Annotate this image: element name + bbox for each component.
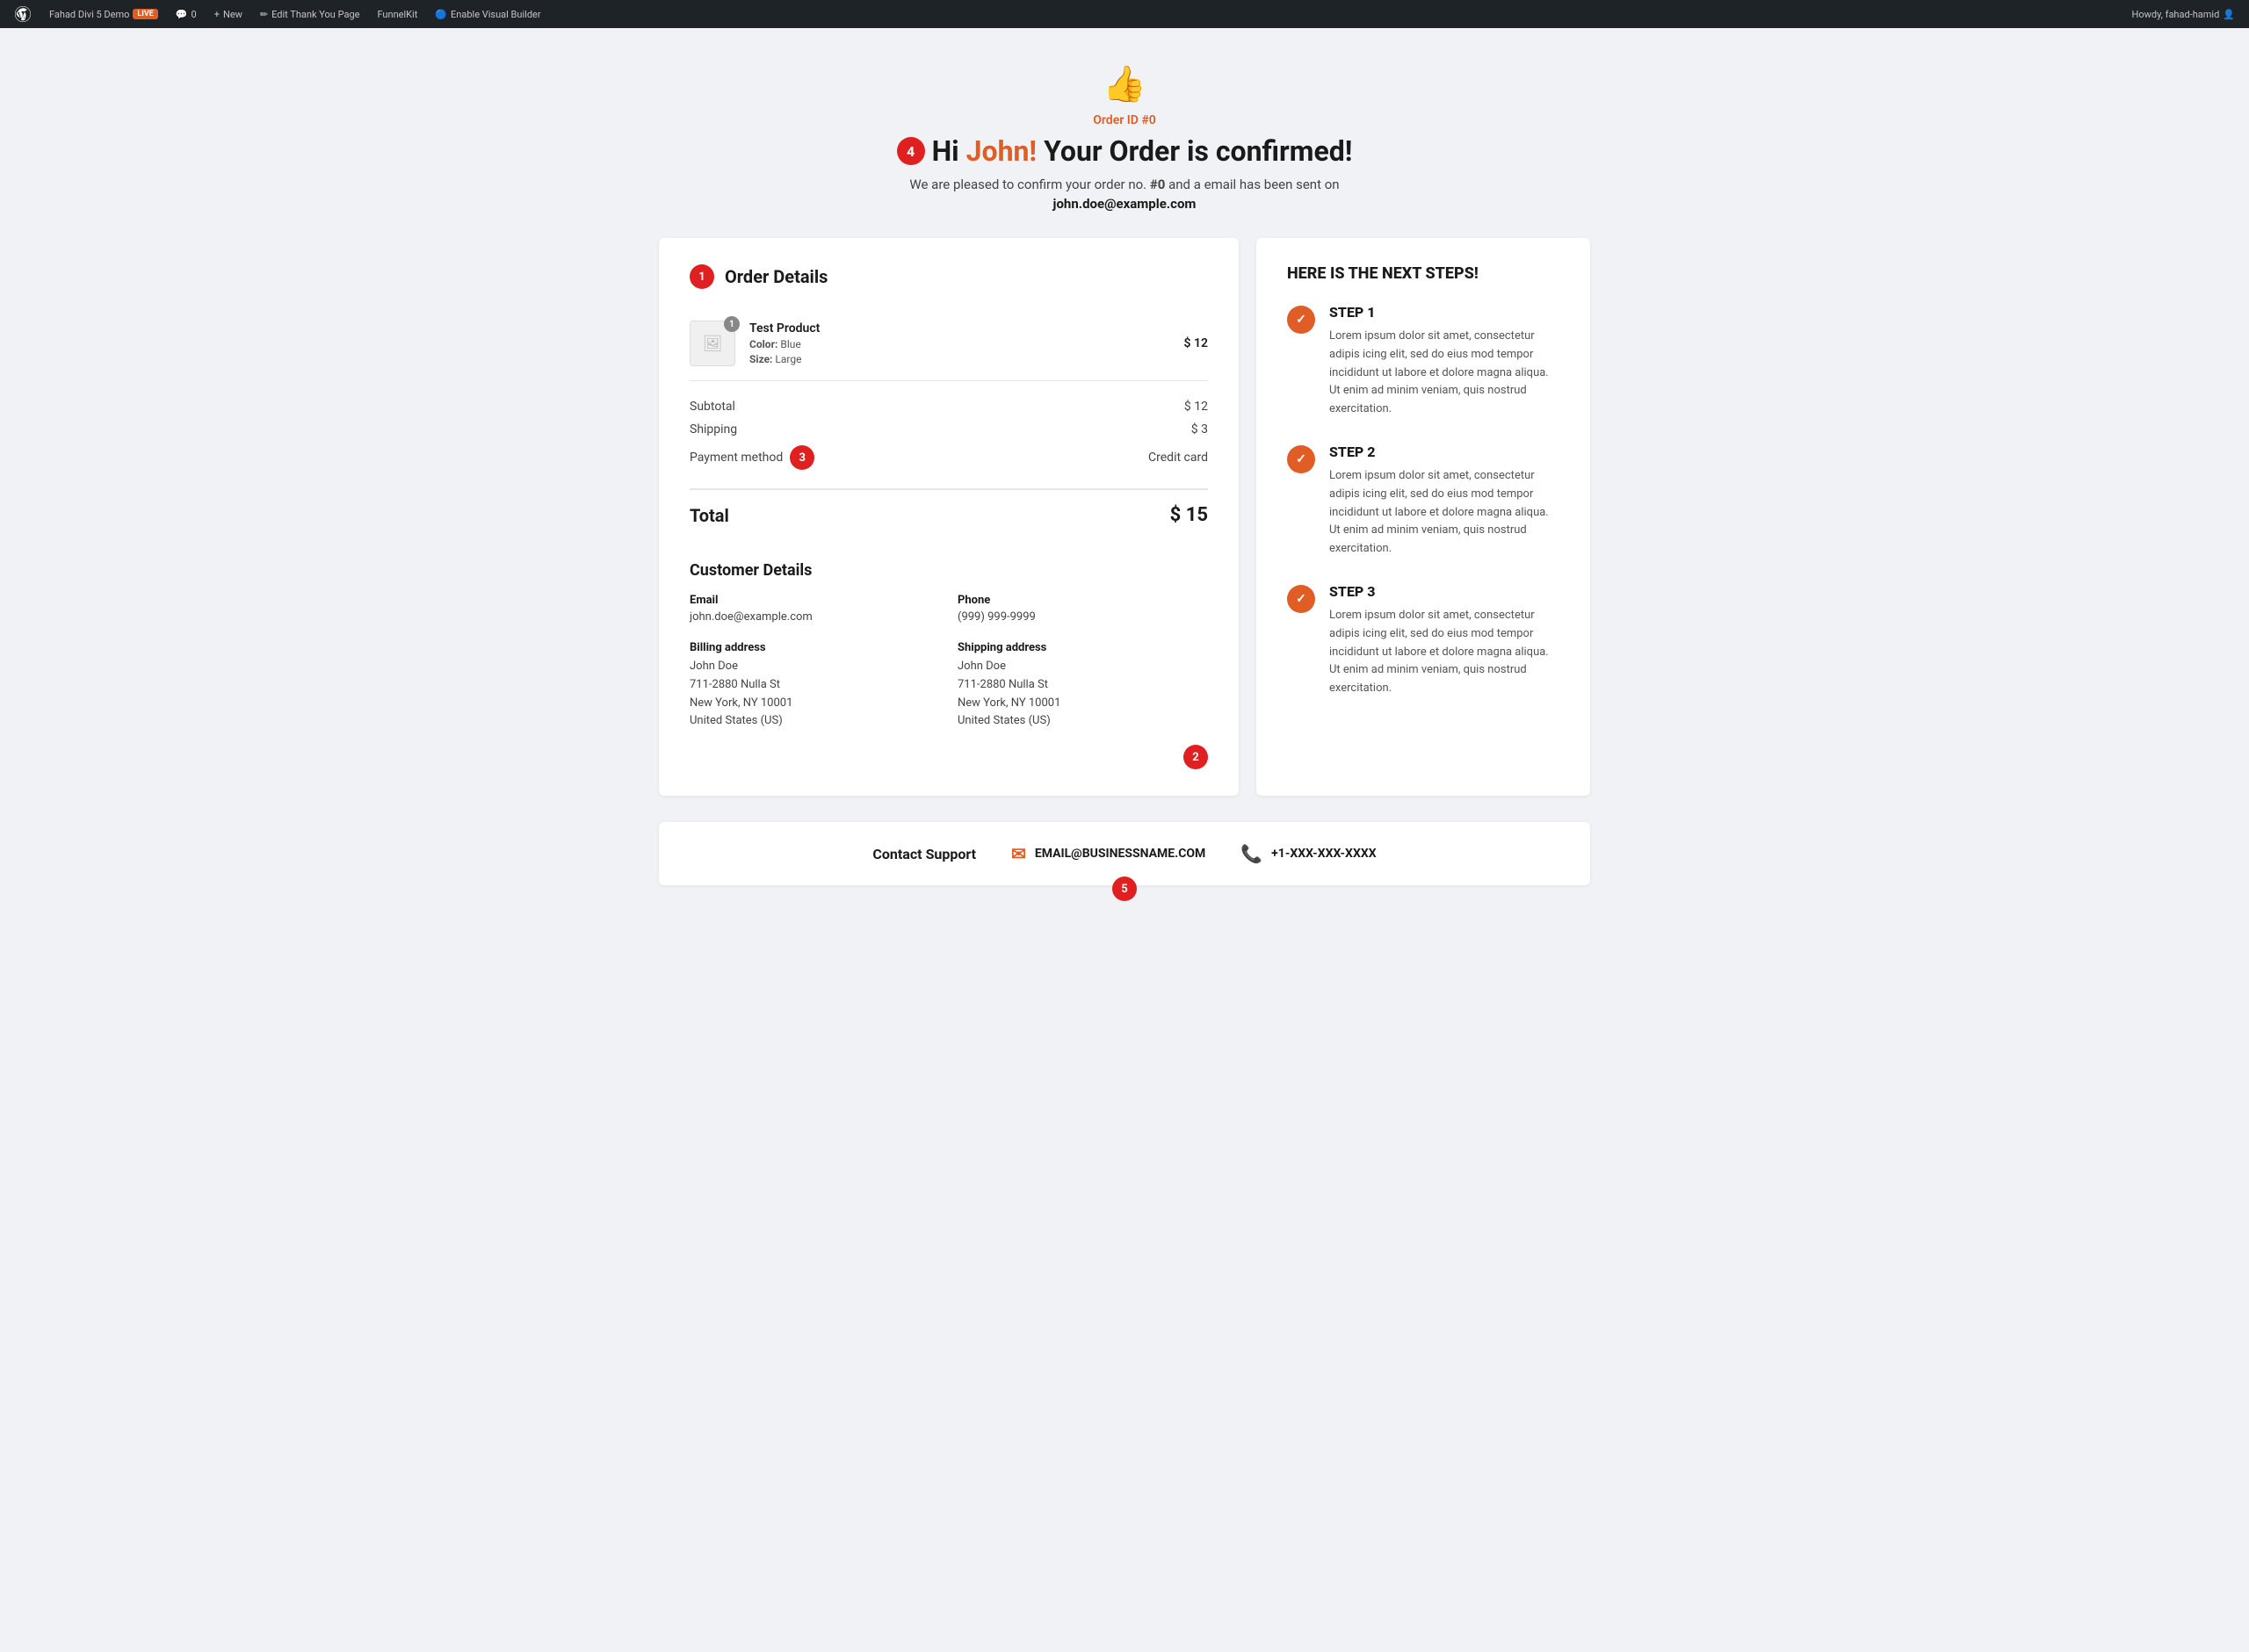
next-steps-title: HERE IS THE NEXT STEPS! (1287, 264, 1559, 283)
step-2-item: STEP 2 Lorem ipsum dolor sit amet, conse… (1287, 444, 1559, 559)
order-details-card: 1 Order Details 1 🖼 Test Product Color: … (659, 238, 1239, 796)
comments-link[interactable]: 💬 0 (169, 0, 204, 28)
page-footer: Contact Support ✉ EMAIL@BUSINESSNAME.COM… (659, 822, 1590, 885)
step-3-desc: Lorem ipsum dolor sit amet, consectetur … (1329, 607, 1559, 698)
product-details: Test Product Color: Blue Size: Large (749, 321, 1170, 365)
step-3-content: STEP 3 Lorem ipsum dolor sit amet, conse… (1329, 583, 1559, 698)
product-size: Size: Large (749, 353, 1170, 365)
payment-method-row: Payment method 3 Credit card (690, 441, 1208, 474)
product-qty: 1 (724, 316, 740, 332)
greeting-text: Hi (932, 134, 959, 168)
image-placeholder-icon: 🖼 (703, 335, 723, 353)
subtotal-row: Subtotal $ 12 (690, 395, 1208, 418)
phone-field: Phone (999) 999-9999 (958, 594, 1208, 624)
step-2-desc: Lorem ipsum dolor sit amet, consectetur … (1329, 467, 1559, 559)
email-field: Email john.doe@example.com (690, 594, 940, 624)
confirm-text: Your Order is confirmed! (1044, 134, 1352, 168)
step-2-check (1287, 445, 1315, 473)
subtotal-label: Subtotal (690, 400, 735, 414)
email-icon: ✉ (1011, 843, 1026, 864)
shipping-address-value: John Doe711-2880 Nulla StNew York, NY 10… (958, 658, 1208, 731)
step-1-check (1287, 306, 1315, 334)
grand-total-label: Total (690, 505, 729, 526)
footer-phone-number: +1-XXX-XXX-XXXX (1271, 847, 1376, 861)
payment-label: Payment method (690, 451, 783, 465)
wordpress-logo[interactable] (7, 0, 39, 28)
footer-email-contact: ✉ EMAIL@BUSINESSNAME.COM (1011, 843, 1205, 864)
confirmation-heading: 4 Hi John! Your Order is confirmed! (18, 134, 2231, 168)
customer-name: John! (966, 134, 1037, 168)
contact-support-label: Contact Support (872, 846, 976, 862)
shipping-address-field: Shipping address John Doe711-2880 Nulla … (958, 641, 1208, 731)
product-color: Color: Blue (749, 338, 1170, 350)
step-2-content: STEP 2 Lorem ipsum dolor sit amet, conse… (1329, 444, 1559, 559)
step-3-label: STEP 3 (1329, 583, 1559, 600)
billing-label: Billing address (690, 641, 940, 654)
shipping-row: Shipping $ 3 (690, 418, 1208, 441)
admin-bar: Fahad Divi 5 Demo Live 💬 0 + New ✏ Edit … (0, 0, 2249, 28)
annotation-badge-1: 1 (690, 264, 714, 289)
step-3-item: STEP 3 Lorem ipsum dolor sit amet, conse… (1287, 583, 1559, 698)
annotation-badge-2: 2 (1183, 745, 1208, 769)
visual-builder-link[interactable]: 🔵 Enable Visual Builder (428, 0, 547, 28)
page-header: 👍 Order ID #0 4 Hi John! Your Order is c… (18, 63, 2231, 212)
grand-total-row: Total $ 15 (690, 488, 1208, 540)
payment-value: Credit card (1148, 451, 1208, 465)
product-price: $ 12 (1184, 336, 1208, 350)
product-name: Test Product (749, 321, 1170, 335)
order-totals: Subtotal $ 12 Shipping $ 3 Payment metho… (690, 395, 1208, 474)
shipping-address-label: Shipping address (958, 641, 1208, 654)
shipping-value: $ 3 (1191, 422, 1208, 436)
step-1-label: STEP 1 (1329, 304, 1559, 321)
edit-page-link[interactable]: ✏ Edit Thank You Page (253, 0, 367, 28)
product-image: 1 🖼 (690, 321, 735, 366)
step-3-check (1287, 585, 1315, 613)
thumb-icon: 👍 (18, 63, 2231, 105)
main-grid: 1 Order Details 1 🖼 Test Product Color: … (659, 238, 1590, 796)
shipping-label: Shipping (690, 422, 737, 436)
customer-grid: Email john.doe@example.com Phone (999) 9… (690, 594, 1208, 731)
confirm-subtext: We are pleased to confirm your order no.… (18, 177, 2231, 192)
billing-address-field: Billing address John Doe711-2880 Nulla S… (690, 641, 940, 731)
next-steps-card: HERE IS THE NEXT STEPS! STEP 1 Lorem ips… (1256, 238, 1590, 796)
step-1-item: STEP 1 Lorem ipsum dolor sit amet, conse… (1287, 304, 1559, 419)
order-details-header: 1 Order Details (690, 264, 1208, 289)
product-row: 1 🖼 Test Product Color: Blue Size: Large… (690, 307, 1208, 381)
email-value: john.doe@example.com (690, 610, 940, 624)
subtotal-value: $ 12 (1184, 400, 1208, 414)
step-2-label: STEP 2 (1329, 444, 1559, 460)
grand-total-amount: $ 15 (1170, 504, 1208, 526)
customer-details-section: Customer Details Email john.doe@example.… (690, 561, 1208, 769)
annotation-badge-5: 5 (1112, 876, 1137, 901)
phone-value: (999) 999-9999 (958, 610, 1208, 624)
funnelkit-link[interactable]: FunnelKit (370, 0, 424, 28)
confirm-email: john.doe@example.com (18, 196, 2231, 212)
step-badge-4: 4 (897, 137, 925, 165)
footer-email-address: EMAIL@BUSINESSNAME.COM (1035, 847, 1205, 861)
footer-phone-contact: 📞 +1-XXX-XXX-XXXX (1240, 843, 1376, 864)
customer-details-title: Customer Details (690, 561, 1208, 580)
email-label: Email (690, 594, 940, 607)
step-1-desc: Lorem ipsum dolor sit amet, consectetur … (1329, 328, 1559, 419)
footer-annotation: 5 (1112, 876, 1137, 901)
order-id: Order ID #0 (18, 113, 2231, 127)
billing-address-value: John Doe711-2880 Nulla StNew York, NY 10… (690, 658, 940, 731)
page-wrapper: 👍 Order ID #0 4 Hi John! Your Order is c… (0, 28, 2249, 1624)
step-1-content: STEP 1 Lorem ipsum dolor sit amet, conse… (1329, 304, 1559, 419)
user-greeting[interactable]: Howdy, fahad-hamid 👤 (2125, 0, 2242, 28)
new-button[interactable]: + New (207, 0, 249, 28)
annotation-badge-3: 3 (790, 445, 814, 470)
phone-icon: 📞 (1240, 843, 1262, 864)
order-details-title: Order Details (725, 266, 828, 287)
phone-label: Phone (958, 594, 1208, 607)
payment-label-group: Payment method 3 (690, 445, 814, 470)
site-name[interactable]: Fahad Divi 5 Demo Live (42, 0, 165, 28)
